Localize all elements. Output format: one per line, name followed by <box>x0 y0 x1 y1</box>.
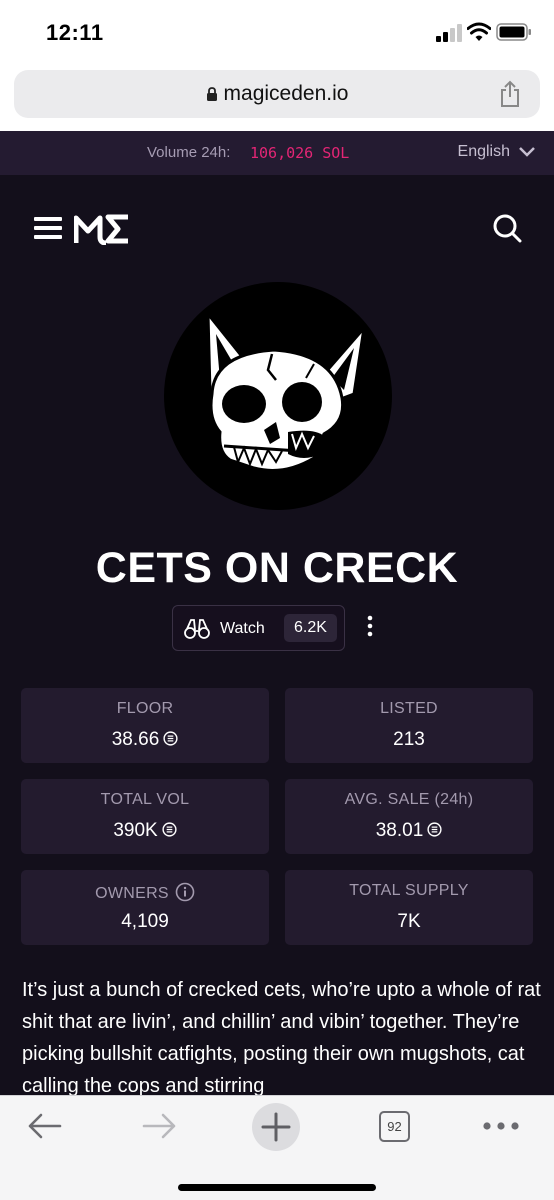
lock-icon <box>206 87 217 101</box>
browser-toolbar: 92 <box>0 1095 554 1200</box>
new-tab-button[interactable] <box>252 1103 300 1151</box>
watch-label: Watch <box>220 620 265 637</box>
wifi-icon <box>467 22 491 41</box>
stat-label: OWNERS <box>21 882 269 903</box>
stat-avg-sale: AVG. SALE (24h) 38.01 <box>285 779 533 854</box>
stat-label: TOTAL SUPPLY <box>349 882 469 899</box>
cellular-signal-icon <box>436 24 462 42</box>
collection-title: CETS ON CRECK <box>95 544 459 592</box>
share-icon[interactable] <box>498 80 522 108</box>
cat-skull-illustration <box>206 309 367 472</box>
magic-eden-logo[interactable] <box>74 213 130 245</box>
chevron-down-icon <box>519 147 535 157</box>
forward-arrow-icon[interactable] <box>142 1112 178 1140</box>
solana-icon <box>427 822 442 837</box>
stat-owners: OWNERS 4,109 <box>21 870 269 945</box>
url-display[interactable]: magiceden.io <box>14 82 540 106</box>
stat-value: 38.66 <box>21 729 269 751</box>
address-bar[interactable]: magiceden.io <box>14 70 540 118</box>
watch-button[interactable]: Watch 6.2K <box>172 605 345 651</box>
language-label: English <box>457 143 510 160</box>
stat-total-vol: TOTAL VOL 390K <box>21 779 269 854</box>
binoculars-icon <box>184 619 210 639</box>
volume-value: 106,026 SOL <box>250 144 350 162</box>
more-dots-icon[interactable] <box>482 1119 520 1133</box>
kebab-menu-icon[interactable] <box>362 613 378 639</box>
stat-value: 38.01 <box>285 820 533 842</box>
stat-label: LISTED <box>380 700 438 717</box>
stat-value: 4,109 <box>121 911 169 932</box>
site-header <box>0 175 554 285</box>
status-bar: 12:11 <box>0 0 554 62</box>
search-icon[interactable] <box>492 213 522 243</box>
solana-icon <box>163 731 178 746</box>
collection-description: It’s just a bunch of crecked cets, who’r… <box>22 979 541 1095</box>
stat-label: FLOOR <box>116 700 174 717</box>
stat-value: 390K <box>21 820 269 842</box>
watch-count: 6.2K <box>284 614 337 642</box>
volume-label: Volume 24h: <box>147 144 231 161</box>
volume-ticker: Volume 24h: 106,026 SOL English <box>0 131 554 175</box>
stat-listed: LISTED 213 <box>285 688 533 763</box>
collection-avatar <box>164 282 392 510</box>
plus-icon <box>261 1112 291 1142</box>
url-text: magiceden.io <box>223 82 349 105</box>
back-arrow-icon[interactable] <box>26 1112 62 1140</box>
language-selector[interactable]: English <box>458 143 536 161</box>
stat-total-supply: TOTAL SUPPLY 7K <box>285 870 533 945</box>
stat-value: 213 <box>393 729 425 750</box>
battery-icon <box>496 23 531 41</box>
info-icon[interactable] <box>175 882 195 902</box>
stat-label: TOTAL VOL <box>100 791 190 808</box>
stat-label: AVG. SALE (24h) <box>344 791 474 808</box>
hamburger-icon[interactable] <box>34 216 62 240</box>
stat-value: 7K <box>397 911 421 932</box>
web-content: Volume 24h: 106,026 SOL English CETS ON … <box>0 131 554 1095</box>
stat-floor: FLOOR 38.66 <box>21 688 269 763</box>
home-indicator <box>178 1184 376 1191</box>
tabs-icon[interactable]: 92 <box>379 1111 410 1142</box>
status-time: 12:11 <box>46 20 104 45</box>
solana-icon <box>162 822 177 837</box>
